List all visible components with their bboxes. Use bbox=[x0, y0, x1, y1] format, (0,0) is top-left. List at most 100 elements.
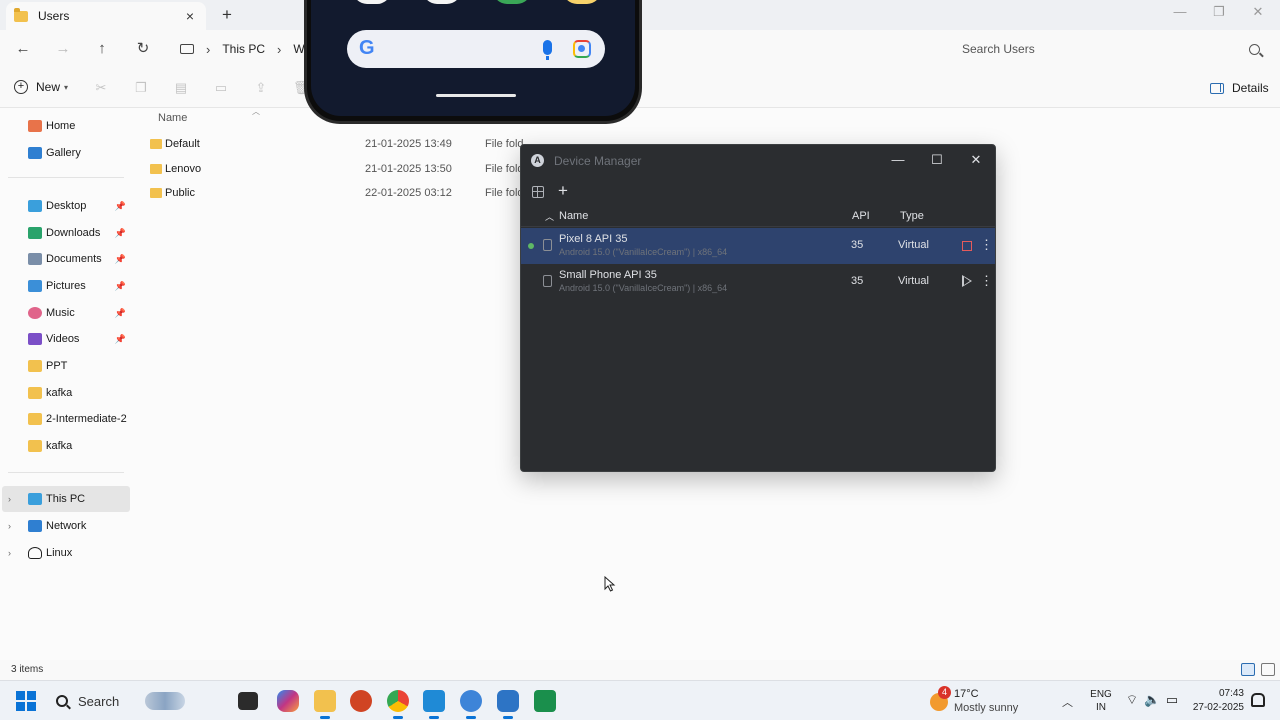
language-indicator[interactable]: ENG IN bbox=[1090, 688, 1112, 714]
app-icon[interactable] bbox=[563, 0, 601, 4]
sidebar-item-desktop[interactable]: Desktop 📌 bbox=[6, 193, 130, 219]
tab-users[interactable]: Users × bbox=[6, 2, 206, 30]
notification-bell-icon[interactable] bbox=[1251, 693, 1265, 707]
device-detail: Android 15.0 ("VanillaIceCream") | x86_6… bbox=[559, 283, 728, 293]
sidebar-item-videos[interactable]: Videos 📌 bbox=[6, 326, 130, 352]
linux-icon bbox=[28, 547, 42, 559]
details-button[interactable]: Details bbox=[1210, 81, 1269, 95]
sort-ascending-icon[interactable]: ︿ bbox=[545, 210, 554, 223]
close-button[interactable]: ✕ bbox=[966, 152, 986, 170]
new-tab-button[interactable]: + bbox=[218, 5, 236, 25]
copy-icon[interactable]: ❐ bbox=[133, 80, 149, 96]
app-icon[interactable] bbox=[423, 0, 461, 4]
gesture-home-bar[interactable] bbox=[436, 94, 516, 97]
forward-button[interactable]: → bbox=[52, 39, 74, 59]
play-icon[interactable] bbox=[962, 275, 972, 287]
chevron-up-icon[interactable]: ︿ bbox=[1062, 694, 1073, 710]
device-manager-toolbar: + bbox=[521, 179, 995, 205]
navigation-pane: Home Gallery Desktop 📌 Downloads 📌 Docum… bbox=[0, 108, 132, 660]
task-view-icon[interactable] bbox=[238, 692, 258, 710]
app-icon[interactable] bbox=[493, 0, 531, 4]
battery-icon[interactable]: ▭ bbox=[1164, 693, 1180, 707]
device-mirroring-icon[interactable] bbox=[532, 186, 544, 198]
add-device-button[interactable]: + bbox=[558, 181, 568, 201]
android-studio-icon[interactable] bbox=[460, 690, 482, 719]
item-count: 3 items bbox=[11, 664, 44, 675]
device-table-header: ︿ Name API Type bbox=[521, 207, 995, 227]
column-header-name[interactable]: Name bbox=[158, 112, 187, 124]
chevron-right-icon[interactable]: › bbox=[8, 548, 11, 558]
refresh-button[interactable]: ↻ bbox=[132, 39, 154, 59]
more-options-icon[interactable]: ⋮ bbox=[980, 273, 993, 289]
clock[interactable]: 07:43 27-02-2025 bbox=[1190, 687, 1244, 715]
sidebar-item-ppt[interactable]: PPT bbox=[6, 353, 130, 379]
device-row[interactable]: Small Phone API 35 Android 15.0 ("Vanill… bbox=[521, 264, 995, 300]
clock-time: 07:43 bbox=[1218, 688, 1244, 699]
sidebar-item-kafka-2[interactable]: kafka bbox=[6, 433, 130, 459]
column-header-name[interactable]: Name bbox=[559, 210, 588, 222]
microphone-icon[interactable] bbox=[543, 40, 552, 60]
sidebar-item-home[interactable]: Home bbox=[6, 113, 130, 139]
sidebar-item-gallery[interactable]: Gallery bbox=[6, 140, 130, 166]
emulator-screen[interactable]: G bbox=[311, 0, 635, 116]
search-input[interactable]: Search Users bbox=[950, 36, 1272, 62]
taskbar-search[interactable]: Search bbox=[46, 686, 236, 716]
sidebar-item-downloads[interactable]: Downloads 📌 bbox=[6, 220, 130, 246]
vscode-icon[interactable] bbox=[423, 690, 445, 719]
file-explorer-icon[interactable] bbox=[314, 690, 336, 719]
terminal-icon[interactable] bbox=[534, 690, 556, 712]
breadcrumb-windows[interactable]: W bbox=[293, 42, 304, 56]
file-name: Public bbox=[165, 187, 195, 199]
stop-icon[interactable] bbox=[962, 241, 972, 251]
cut-icon[interactable]: ✂ bbox=[93, 80, 109, 96]
sidebar-divider bbox=[8, 177, 124, 178]
sidebar-item-pictures[interactable]: Pictures 📌 bbox=[6, 273, 130, 299]
sidebar-item-documents[interactable]: Documents 📌 bbox=[6, 246, 130, 272]
android-studio-icon: A bbox=[531, 154, 544, 167]
emulator-icon[interactable] bbox=[497, 690, 519, 719]
new-button[interactable]: + New ▾ bbox=[14, 80, 68, 94]
sidebar-item-linux[interactable]: › Linux bbox=[2, 540, 130, 566]
start-button[interactable] bbox=[16, 691, 36, 711]
back-button[interactable]: ← bbox=[12, 39, 34, 59]
rename-icon[interactable]: ▭ bbox=[213, 80, 229, 96]
chrome-icon[interactable] bbox=[387, 690, 409, 719]
close-tab-icon[interactable]: × bbox=[182, 8, 198, 24]
network-icon bbox=[28, 520, 42, 532]
share-icon[interactable]: ⇪ bbox=[253, 80, 269, 96]
powerpoint-icon[interactable] bbox=[350, 690, 372, 712]
sidebar-item-network[interactable]: › Network bbox=[2, 513, 130, 539]
sidebar-item-kafka[interactable]: kafka bbox=[6, 380, 130, 406]
breadcrumb-this-pc[interactable]: This PC bbox=[222, 42, 265, 56]
wifi-icon[interactable]: ⌔ bbox=[1124, 693, 1140, 707]
app-icon[interactable] bbox=[353, 0, 391, 4]
restore-button[interactable]: ❐ bbox=[1209, 4, 1229, 20]
copilot-icon[interactable] bbox=[277, 690, 299, 712]
sidebar-item-music[interactable]: Music 📌 bbox=[6, 300, 130, 326]
weather-widget[interactable]: 4 17°C Mostly sunny bbox=[930, 686, 1040, 716]
tiles-view-icon[interactable] bbox=[1261, 663, 1275, 676]
google-lens-icon[interactable] bbox=[573, 40, 591, 58]
volume-icon[interactable]: 🔈 bbox=[1144, 693, 1160, 707]
sidebar-item-2-intermediate-2[interactable]: 2-Intermediate-2 bbox=[6, 406, 130, 432]
column-header-type[interactable]: Type bbox=[900, 210, 924, 222]
up-button[interactable]: ↑ bbox=[91, 39, 113, 59]
pin-icon: 📌 bbox=[114, 253, 126, 264]
more-options-icon[interactable]: ⋮ bbox=[980, 237, 993, 253]
column-header-api[interactable]: API bbox=[852, 210, 870, 222]
sidebar-item-this-pc[interactable]: › This PC bbox=[2, 486, 130, 512]
paste-icon[interactable]: ▤ bbox=[173, 80, 189, 96]
device-row[interactable]: Pixel 8 API 35 Android 15.0 ("VanillaIce… bbox=[521, 228, 995, 264]
details-view-icon[interactable] bbox=[1241, 663, 1255, 676]
chevron-right-icon[interactable]: › bbox=[8, 521, 11, 531]
new-label: New bbox=[36, 80, 61, 94]
minimize-button[interactable]: — bbox=[888, 152, 908, 170]
maximize-button[interactable]: ☐ bbox=[927, 152, 947, 170]
device-type: Virtual bbox=[898, 239, 929, 251]
sidebar-item-label: PPT bbox=[46, 360, 68, 372]
sidebar-item-label: kafka bbox=[46, 387, 73, 399]
chevron-right-icon[interactable]: › bbox=[8, 494, 11, 504]
close-window-button[interactable]: ✕ bbox=[1248, 4, 1268, 20]
google-search-bar[interactable]: G bbox=[347, 30, 605, 68]
minimize-button[interactable]: — bbox=[1170, 4, 1190, 19]
